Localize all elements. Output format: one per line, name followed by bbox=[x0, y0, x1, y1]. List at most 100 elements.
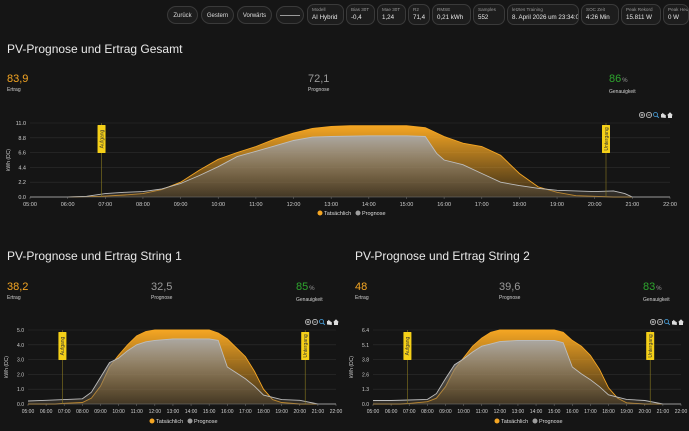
genauigkeit-string1: 85% Genauigkeit bbox=[296, 281, 323, 303]
x-tick-label: 13:00 bbox=[512, 409, 525, 415]
series-area-forecast bbox=[28, 338, 336, 404]
x-tick-label: 20:00 bbox=[639, 409, 652, 415]
x-tick-label: 18:00 bbox=[513, 202, 527, 208]
stat-peak-heute: Peak Heute0 W bbox=[663, 4, 689, 25]
tool-pan-hand-icon[interactable] bbox=[327, 319, 332, 325]
y-axis-label: kWh (DC) bbox=[4, 356, 10, 378]
y-tick-label: 8.8 bbox=[18, 136, 26, 142]
prognose-string2: 39,6 Prognose bbox=[499, 281, 521, 301]
tool-zoom-out-icon[interactable] bbox=[646, 112, 652, 118]
x-tick-label: 16:00 bbox=[221, 409, 234, 415]
genauigkeit-gesamt: 86% Genauigkeit bbox=[609, 73, 636, 95]
legend-label-forecast: Prognose bbox=[362, 211, 386, 217]
y-tick-label: 11.0 bbox=[16, 121, 26, 127]
stat-peak-rekord: Peak Rekord 15.811 W bbox=[621, 4, 661, 25]
panel-title-string1: PV-Prognose und Ertrag String 1 bbox=[7, 249, 182, 263]
y-tick-label: 5.1 bbox=[362, 343, 369, 349]
x-tick-label: 17:00 bbox=[239, 409, 252, 415]
y-tick-label: 0.0 bbox=[18, 195, 26, 201]
forward-button[interactable]: Vorwärts bbox=[237, 6, 272, 24]
x-tick-label: 16:00 bbox=[437, 202, 451, 208]
legend-label-forecast: Prognose bbox=[539, 419, 563, 425]
tool-search-icon[interactable] bbox=[319, 319, 326, 326]
chart-gesamt: 0.0 2.2 4.4 6.6 8.8 11.0 kWh (DC) 05:00 06:00 07:… bbox=[6, 112, 677, 217]
x-tick-label: 07:00 bbox=[98, 202, 112, 208]
x-tick-label: 07:00 bbox=[403, 409, 416, 415]
x-tick-label: 05:00 bbox=[23, 202, 37, 208]
x-tick-label: 10:00 bbox=[211, 202, 225, 208]
tool-zoom-out-icon[interactable] bbox=[657, 319, 663, 325]
legend-label-actual: Tatsächlich bbox=[156, 419, 183, 425]
marker-label-sunset: Untergang bbox=[648, 334, 654, 358]
y-tick-label: 6.4 bbox=[362, 328, 369, 334]
y-tick-label: 5.0 bbox=[17, 328, 24, 334]
x-tick-label: 19:00 bbox=[550, 202, 564, 208]
tool-home-icon[interactable] bbox=[333, 319, 339, 325]
tool-zoom-in-icon[interactable] bbox=[305, 319, 311, 325]
x-tick-label: 21:00 bbox=[625, 202, 639, 208]
toolbar: Zurück Gestern Vorwärts Modell AI Hybrid … bbox=[0, 0, 689, 28]
x-tick-label: 08:00 bbox=[76, 409, 89, 415]
legend-label-actual: Tatsächlich bbox=[501, 419, 528, 425]
stat-soc: SOC Zeit 4:26 Min bbox=[581, 4, 619, 25]
tool-search-icon[interactable] bbox=[653, 112, 660, 119]
panel-title-string2: PV-Prognose und Ertrag String 2 bbox=[355, 249, 530, 263]
tool-home-icon[interactable] bbox=[667, 112, 673, 118]
legend-swatch-forecast bbox=[187, 418, 193, 424]
x-tick-label: 12:00 bbox=[287, 202, 301, 208]
y-tick-label: 3.8 bbox=[362, 358, 369, 364]
x-tick-label: 20:00 bbox=[294, 409, 307, 415]
line-style-button[interactable] bbox=[276, 6, 304, 24]
x-tick-label: 11:00 bbox=[131, 409, 143, 415]
line-icon bbox=[280, 15, 300, 16]
x-tick-label: 19:00 bbox=[275, 409, 288, 415]
back-button[interactable]: Zurück bbox=[167, 6, 198, 24]
x-tick-label: 10:00 bbox=[112, 409, 125, 415]
x-tick-label: 09:00 bbox=[174, 202, 188, 208]
marker-label-sunrise: Aufgang bbox=[405, 336, 411, 355]
x-tick-label: 05:00 bbox=[367, 409, 380, 415]
tool-pan-hand-icon[interactable] bbox=[661, 112, 666, 118]
series-area-forecast bbox=[30, 135, 670, 197]
x-tick-label: 09:00 bbox=[439, 409, 452, 415]
legend-swatch-forecast bbox=[532, 418, 538, 424]
x-tick-label: 14:00 bbox=[185, 409, 198, 415]
x-tick-label: 08:00 bbox=[421, 409, 434, 415]
yesterday-button[interactable]: Gestern bbox=[201, 6, 234, 24]
prognose-gesamt: 72,1 Prognose bbox=[308, 73, 330, 93]
tool-zoom-in-icon[interactable] bbox=[650, 319, 656, 325]
marker-label-sunrise: Aufgang bbox=[99, 129, 105, 148]
x-tick-label: 16:00 bbox=[566, 409, 579, 415]
ertrag-string2: 48 Ertrag bbox=[355, 281, 369, 301]
x-tick-label: 06:00 bbox=[40, 409, 53, 415]
x-tick-label: 05:00 bbox=[22, 409, 35, 415]
marker-label-sunset: Untergang bbox=[604, 127, 610, 151]
x-tick-label: 22:00 bbox=[675, 409, 688, 415]
stat-r2: R2 71,4 bbox=[408, 4, 430, 25]
legend-swatch-actual bbox=[149, 418, 155, 424]
x-tick-label: 22:00 bbox=[663, 202, 677, 208]
x-tick-label: 09:00 bbox=[94, 409, 107, 415]
chart-string1: 0.0 1.0 2.0 3.0 4.0 5.0 kWh (DC) 05:00 06:00 07:0… bbox=[4, 319, 342, 425]
legend-swatch-actual bbox=[494, 418, 500, 424]
marker-label-sunrise: Aufgang bbox=[60, 336, 66, 355]
legend-label-forecast: Prognose bbox=[194, 419, 218, 425]
x-tick-label: 11:00 bbox=[249, 202, 262, 208]
x-tick-label: 17:00 bbox=[475, 202, 489, 208]
tool-zoom-out-icon[interactable] bbox=[312, 319, 318, 325]
tool-zoom-in-icon[interactable] bbox=[639, 112, 645, 118]
y-tick-label: 0.0 bbox=[362, 402, 369, 408]
x-tick-label: 12:00 bbox=[149, 409, 162, 415]
tool-home-icon[interactable] bbox=[678, 319, 684, 325]
chart-legend: Tatsächlich Prognose bbox=[494, 418, 563, 425]
x-tick-label: 21:00 bbox=[312, 409, 325, 415]
x-tick-label: 12:00 bbox=[494, 409, 507, 415]
y-tick-label: 1.3 bbox=[362, 387, 369, 393]
tool-pan-hand-icon[interactable] bbox=[672, 319, 677, 325]
y-tick-label: 0.0 bbox=[17, 402, 24, 408]
stat-mae: Mae 30T 1,24 bbox=[377, 4, 406, 25]
tool-search-icon[interactable] bbox=[664, 319, 671, 326]
genauigkeit-string2: 83% Genauigkeit bbox=[643, 281, 670, 303]
x-tick-label: 17:00 bbox=[584, 409, 597, 415]
ertrag-gesamt: 83,9 Ertrag bbox=[7, 73, 29, 93]
